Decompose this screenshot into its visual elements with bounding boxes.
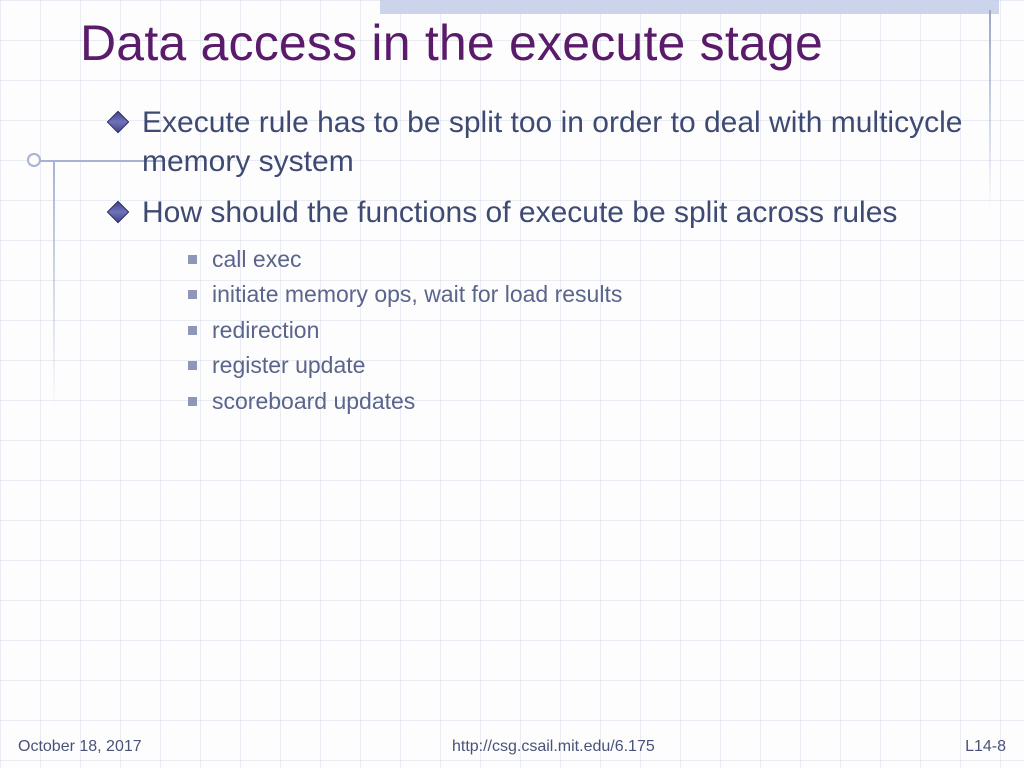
diamond-bullet-icon (110, 204, 126, 220)
square-bullet-icon (188, 397, 197, 406)
bullet-item: How should the functions of execute be s… (110, 193, 974, 420)
sub-bullet-list: call exec initiate memory ops, wait for … (142, 242, 974, 420)
square-bullet-icon (188, 326, 197, 335)
sub-bullet-text: register update (212, 352, 365, 378)
square-bullet-icon (188, 255, 197, 264)
square-bullet-icon (188, 290, 197, 299)
sub-bullet-item: register update (188, 348, 974, 384)
slide-content: Data access in the execute stage Execute… (0, 0, 1024, 768)
sub-bullet-text: scoreboard updates (212, 388, 415, 414)
sub-bullet-item: call exec (188, 242, 974, 278)
footer-page: L14-8 (965, 738, 1006, 756)
slide-title: Data access in the execute stage (80, 12, 974, 75)
bullet-item: Execute rule has to be split too in orde… (110, 103, 974, 181)
square-bullet-icon (188, 361, 197, 370)
sub-bullet-item: scoreboard updates (188, 384, 974, 420)
diamond-bullet-icon (110, 114, 126, 130)
sub-bullet-item: initiate memory ops, wait for load resul… (188, 277, 974, 313)
sub-bullet-text: redirection (212, 317, 319, 343)
sub-bullet-item: redirection (188, 313, 974, 349)
sub-bullet-text: initiate memory ops, wait for load resul… (212, 281, 622, 307)
bullet-text: How should the functions of execute be s… (142, 196, 897, 229)
slide-footer: October 18, 2017 http://csg.csail.mit.ed… (0, 738, 1024, 756)
sub-bullet-text: call exec (212, 246, 301, 272)
footer-url: http://csg.csail.mit.edu/6.175 (452, 738, 655, 756)
footer-date: October 18, 2017 (18, 738, 142, 756)
bullet-text: Execute rule has to be split too in orde… (142, 106, 962, 178)
bullet-list: Execute rule has to be split too in orde… (80, 103, 974, 420)
